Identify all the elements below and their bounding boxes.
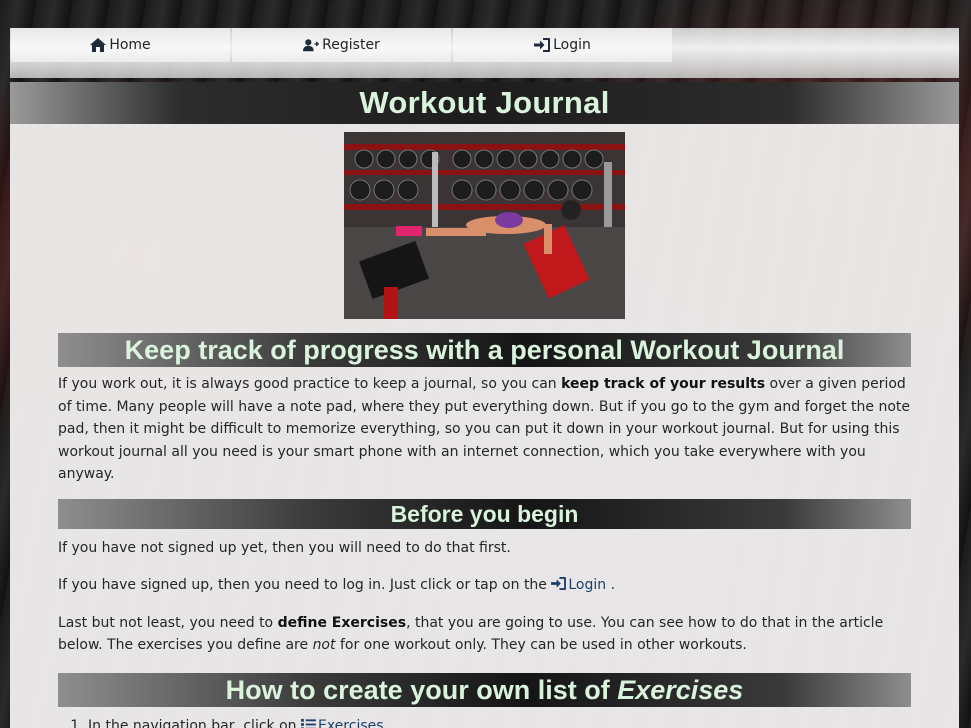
content-panel: Workout Journal Keep track of progress w… — [10, 82, 959, 728]
progress-text-bold: keep track of your results — [561, 376, 766, 392]
exercises-inline-link[interactable]: Exercises — [301, 718, 384, 728]
define-text-after: for one workout only. They can be used i… — [335, 637, 747, 653]
login-text-after: . — [606, 577, 616, 593]
page-title: Workout Journal — [10, 82, 959, 124]
steps-list: In the navigation bar, click on Exercise… — [58, 715, 911, 728]
home-icon — [90, 38, 107, 52]
define-text-before: Last but not least, you need to — [58, 614, 278, 631]
list-item: In the navigation bar, click on Exercise… — [88, 715, 911, 728]
user-plus-icon — [303, 39, 320, 52]
login-text-before: If you have signed up, then you need to … — [58, 577, 552, 593]
login-link-label: Login — [568, 577, 607, 593]
signup-paragraph: If you have not signed up yet, then you … — [58, 539, 511, 556]
step1-text: In the navigation bar, click on — [88, 717, 301, 728]
sign-in-icon — [534, 38, 551, 52]
hero-gym-image — [344, 132, 625, 319]
create-heading-italic: Exercises — [617, 674, 744, 705]
define-exercises-paragraph: Last but not least, you need to define E… — [58, 612, 911, 657]
progress-paragraph: If you work out, it is always good pract… — [58, 373, 911, 486]
progress-text-a: If you work out, it is always good pract… — [58, 376, 562, 392]
sign-in-icon — [551, 577, 567, 590]
define-text-italic: not — [312, 637, 336, 653]
page-frame: Home Register Login Workout Journal Keep… — [8, 6, 961, 728]
nav-home-label: Home — [109, 37, 151, 53]
exercises-link-label: Exercises — [317, 717, 384, 728]
login-inline-link[interactable]: Login — [551, 577, 606, 593]
navigation-bar: Home Register Login — [10, 28, 959, 78]
login-paragraph: If you have signed up, then you need to … — [58, 574, 911, 597]
section-heading-before-begin: Before you begin — [58, 498, 911, 529]
nav-login-link[interactable]: Login — [453, 28, 672, 62]
nav-register-link[interactable]: Register — [232, 28, 451, 62]
nav-register-label: Register — [322, 37, 380, 53]
section-heading-progress: Keep track of progress with a personal W… — [58, 333, 911, 367]
list-icon — [301, 718, 316, 728]
nav-login-label: Login — [553, 37, 591, 53]
nav-home-link[interactable]: Home — [11, 28, 230, 62]
define-text-bold: define Exercises — [277, 614, 407, 631]
section-heading-create-exercises: How to create your own list of Exercises — [58, 672, 911, 707]
create-heading-plain: How to create your own list of — [225, 674, 618, 705]
